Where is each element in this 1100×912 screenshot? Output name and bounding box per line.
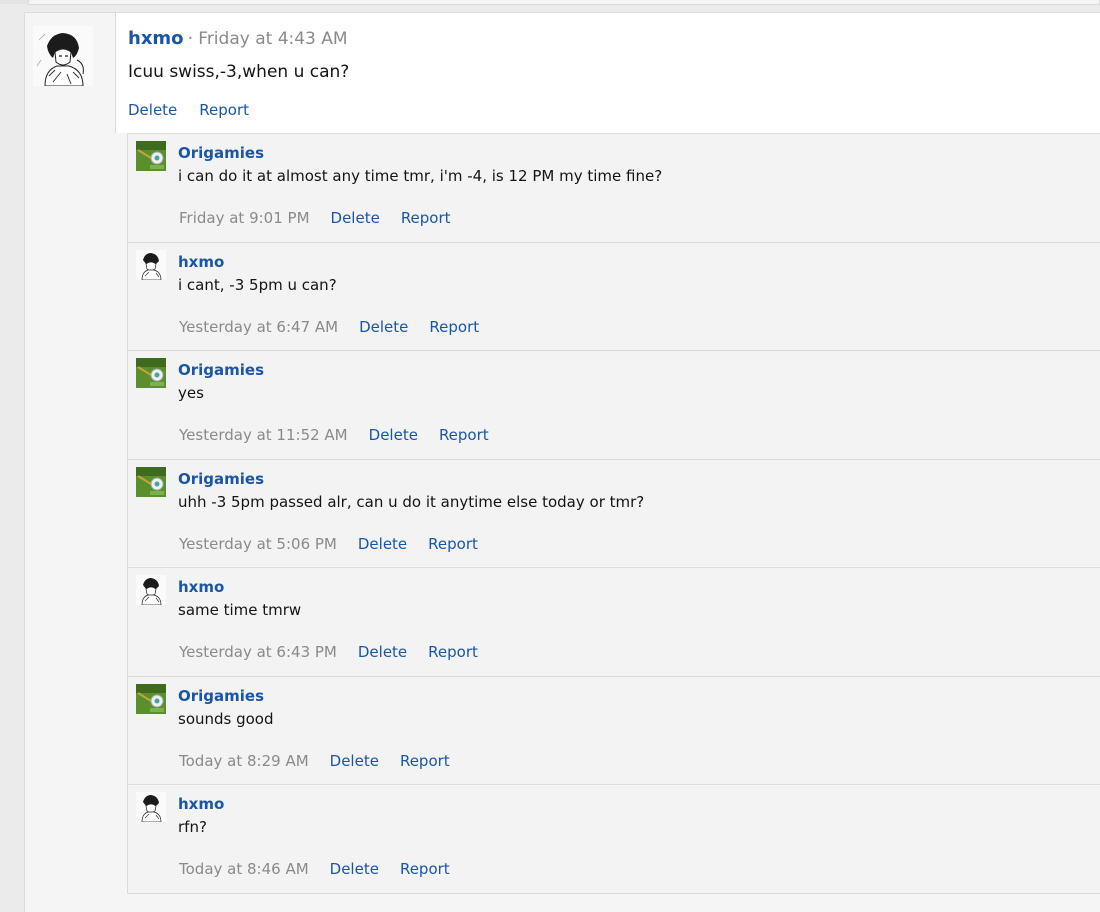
comment-meta: Yesterday at 6:47 AM Delete Report (179, 318, 479, 336)
comment-message: uhh -3 5pm passed alr, can u do it anyti… (178, 492, 645, 511)
manga-sketch-avatar-icon (33, 26, 93, 86)
origamies-avatar-icon (136, 141, 166, 171)
header-separator: · (187, 28, 194, 49)
hxmo-avatar-icon (136, 249, 166, 280)
comment-delete-link[interactable]: Delete (369, 426, 418, 444)
comment-meta: Yesterday at 11:52 AM Delete Report (179, 426, 489, 444)
post-actions: Delete Report (128, 101, 249, 119)
comment-timestamp[interactable]: Yesterday at 5:06 PM (179, 535, 337, 553)
comment-report-link[interactable]: Report (400, 752, 450, 770)
comment-avatar[interactable] (136, 683, 166, 714)
comment-delete-link[interactable]: Delete (358, 535, 407, 553)
comment-message: yes (178, 384, 204, 402)
comment-item: Origamies sounds good Today at 8:29 AM De… (128, 676, 1100, 785)
comment-report-link[interactable]: Report (428, 535, 478, 553)
comment-item: Origamies i can do it at almost any time… (128, 134, 1100, 243)
comment-item: Origamies yes Yesterday at 11:52 AM Delet… (128, 351, 1100, 460)
comment-timestamp[interactable]: Yesterday at 6:47 AM (179, 318, 338, 336)
origamies-avatar-icon (136, 683, 166, 714)
comment-timestamp[interactable]: Today at 8:29 AM (179, 752, 309, 770)
post-timestamp[interactable]: Friday at 4:43 AM (198, 29, 347, 49)
comment-report-link[interactable]: Report (400, 860, 450, 878)
origamies-avatar-icon (136, 358, 166, 388)
comment-meta: Yesterday at 6:43 PM Delete Report (179, 643, 478, 661)
origamies-avatar-icon (136, 466, 166, 497)
previous-post-bottom (28, 0, 1100, 5)
comment-timestamp[interactable]: Today at 8:46 AM (179, 860, 309, 878)
comment-item: hxmo same time tmrw Yesterday at 6:43 PM… (128, 568, 1100, 677)
comment-avatar[interactable] (136, 358, 166, 388)
comment-report-link[interactable]: Report (428, 643, 478, 661)
comment-message: i can do it at almost any time tmr, i'm … (178, 167, 663, 185)
comment-item: hxmo i cant, -3 5pm u can? Yesterday at … (128, 242, 1100, 351)
comment-author-link[interactable]: hxmo (178, 253, 224, 271)
hxmo-avatar-icon (136, 575, 166, 605)
comment-delete-link[interactable]: Delete (359, 318, 408, 336)
comment-author-link[interactable]: Origamies (178, 470, 264, 488)
comment-meta: Today at 8:29 AM Delete Report (179, 752, 450, 770)
comment-delete-link[interactable]: Delete (330, 860, 379, 878)
comment-message: sounds good (178, 709, 274, 728)
hxmo-avatar-icon (136, 792, 166, 822)
post-delete-link[interactable]: Delete (128, 101, 177, 119)
post-body: hxmo · Friday at 4:43 AM Icuu swiss,-3,whe… (115, 13, 1100, 133)
comment-item: hxmo rfn? Today at 8:46 AM Delete Report (128, 785, 1100, 894)
comment-delete-link[interactable]: Delete (330, 752, 379, 770)
post-report-link[interactable]: Report (199, 101, 249, 119)
comment-timestamp[interactable]: Friday at 9:01 PM (179, 209, 310, 227)
post-message: Icuu swiss,-3,when u can? (128, 62, 350, 82)
post-header: hxmo · Friday at 4:43 AM (128, 28, 348, 49)
comment-meta: Today at 8:46 AM Delete Report (179, 860, 450, 878)
comment-avatar[interactable] (136, 141, 166, 171)
comment-author-link[interactable]: Origamies (178, 361, 264, 379)
comment-meta: Friday at 9:01 PM Delete Report (179, 209, 451, 227)
comment-meta: Yesterday at 5:06 PM Delete Report (179, 535, 478, 553)
comment-avatar[interactable] (136, 249, 166, 280)
comment-avatar[interactable] (136, 466, 166, 497)
profile-post: hxmo · Friday at 4:43 AM Icuu swiss,-3,whe… (24, 12, 1100, 912)
comment-delete-link[interactable]: Delete (331, 209, 380, 227)
comment-timestamp[interactable]: Yesterday at 6:43 PM (179, 643, 337, 661)
comment-author-link[interactable]: hxmo (178, 795, 224, 813)
comment-report-link[interactable]: Report (439, 426, 489, 444)
comment-message: rfn? (178, 818, 207, 836)
comment-author-link[interactable]: Origamies (178, 687, 264, 705)
comment-avatar[interactable] (136, 792, 166, 822)
comment-author-link[interactable]: Origamies (178, 144, 264, 162)
comment-report-link[interactable]: Report (429, 318, 479, 336)
comment-timestamp[interactable]: Yesterday at 11:52 AM (179, 426, 348, 444)
comment-avatar[interactable] (136, 575, 166, 605)
comment-report-link[interactable]: Report (401, 209, 451, 227)
author-avatar[interactable] (33, 26, 93, 86)
comment-delete-link[interactable]: Delete (358, 643, 407, 661)
previous-post-edge (0, 0, 1100, 5)
comment-item: Origamies uhh -3 5pm passed alr, can u d… (128, 459, 1100, 568)
post-author-link[interactable]: hxmo (128, 28, 184, 49)
comment-author-link[interactable]: hxmo (178, 578, 224, 596)
comment-message: i cant, -3 5pm u can? (178, 275, 337, 294)
comment-list: Origamies i can do it at almost any time… (127, 133, 1100, 894)
comment-message: same time tmrw (178, 601, 302, 619)
